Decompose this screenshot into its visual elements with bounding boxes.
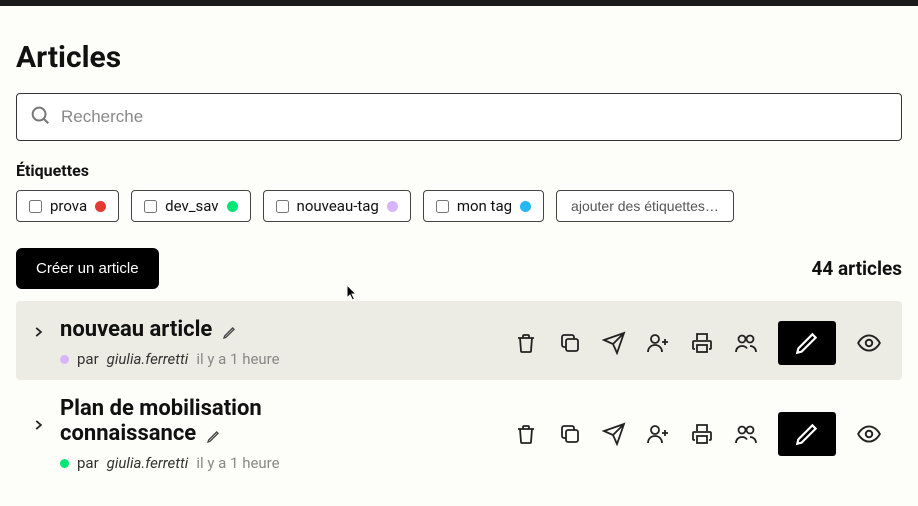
- tag-checkbox[interactable]: [436, 200, 449, 213]
- article-count: 44 articles: [811, 257, 902, 280]
- tag-checkbox[interactable]: [29, 200, 42, 213]
- article-tag-dot: [60, 355, 69, 364]
- tag-dot: [227, 201, 238, 212]
- article-row[interactable]: Plan de mobilisation connaissance par gi…: [16, 380, 902, 484]
- by-label: par: [77, 350, 99, 368]
- tag-checkbox[interactable]: [276, 200, 289, 213]
- tag-name: prova: [50, 197, 87, 215]
- article-row[interactable]: nouveau article par giulia.ferretti il y…: [16, 301, 902, 380]
- add-tag-button[interactable]: ajouter des étiquettes…: [556, 190, 734, 222]
- create-article-button[interactable]: Créer un article: [16, 248, 159, 289]
- tag-dot: [95, 201, 106, 212]
- copy-icon[interactable]: [558, 422, 582, 446]
- add-user-icon[interactable]: [646, 422, 670, 446]
- tag-checkbox[interactable]: [144, 200, 157, 213]
- edit-button[interactable]: [778, 412, 836, 456]
- article-tag-dot: [60, 459, 69, 468]
- author-name: giulia.ferretti: [107, 350, 189, 368]
- edit-title-icon[interactable]: [206, 428, 222, 444]
- tag-name: mon tag: [457, 197, 512, 215]
- tag-dot: [387, 201, 398, 212]
- article-actions: [514, 412, 882, 456]
- tag-chip-mon-tag[interactable]: mon tag: [423, 190, 544, 222]
- tag-chip-prova[interactable]: prova: [16, 190, 119, 222]
- add-user-icon[interactable]: [646, 331, 670, 355]
- edit-title-icon[interactable]: [222, 324, 238, 340]
- tag-dot: [520, 201, 531, 212]
- send-icon[interactable]: [602, 331, 626, 355]
- tags-label: Étiquettes: [16, 161, 902, 180]
- delete-icon[interactable]: [514, 422, 538, 446]
- time-ago: il y a 1 heure: [196, 454, 279, 472]
- print-icon[interactable]: [690, 331, 714, 355]
- expand-icon[interactable]: [28, 418, 48, 432]
- article-actions: [514, 321, 882, 365]
- edit-button[interactable]: [778, 321, 836, 365]
- print-icon[interactable]: [690, 422, 714, 446]
- article-title: nouveau article: [60, 317, 212, 342]
- by-label: par: [77, 454, 99, 472]
- author-name: giulia.ferretti: [107, 454, 189, 472]
- expand-icon[interactable]: [28, 325, 48, 339]
- copy-icon[interactable]: [558, 331, 582, 355]
- preview-icon[interactable]: [856, 330, 882, 356]
- tag-chip-nouveau-tag[interactable]: nouveau-tag: [263, 190, 411, 222]
- delete-icon[interactable]: [514, 331, 538, 355]
- tag-chip-dev-sav[interactable]: dev_sav: [131, 190, 250, 222]
- preview-icon[interactable]: [856, 421, 882, 447]
- tag-name: nouveau-tag: [297, 197, 379, 215]
- users-icon[interactable]: [734, 331, 758, 355]
- users-icon[interactable]: [734, 422, 758, 446]
- search-input[interactable]: [61, 107, 889, 127]
- search-icon: [29, 104, 51, 130]
- time-ago: il y a 1 heure: [196, 350, 279, 368]
- send-icon[interactable]: [602, 422, 626, 446]
- page-title: Articles: [16, 40, 902, 75]
- tags-row: prova dev_sav nouveau-tag mon tag ajoute…: [16, 190, 902, 222]
- tag-name: dev_sav: [165, 197, 218, 215]
- article-title: Plan de mobilisation connaissance: [60, 396, 262, 446]
- search-field[interactable]: [16, 93, 902, 141]
